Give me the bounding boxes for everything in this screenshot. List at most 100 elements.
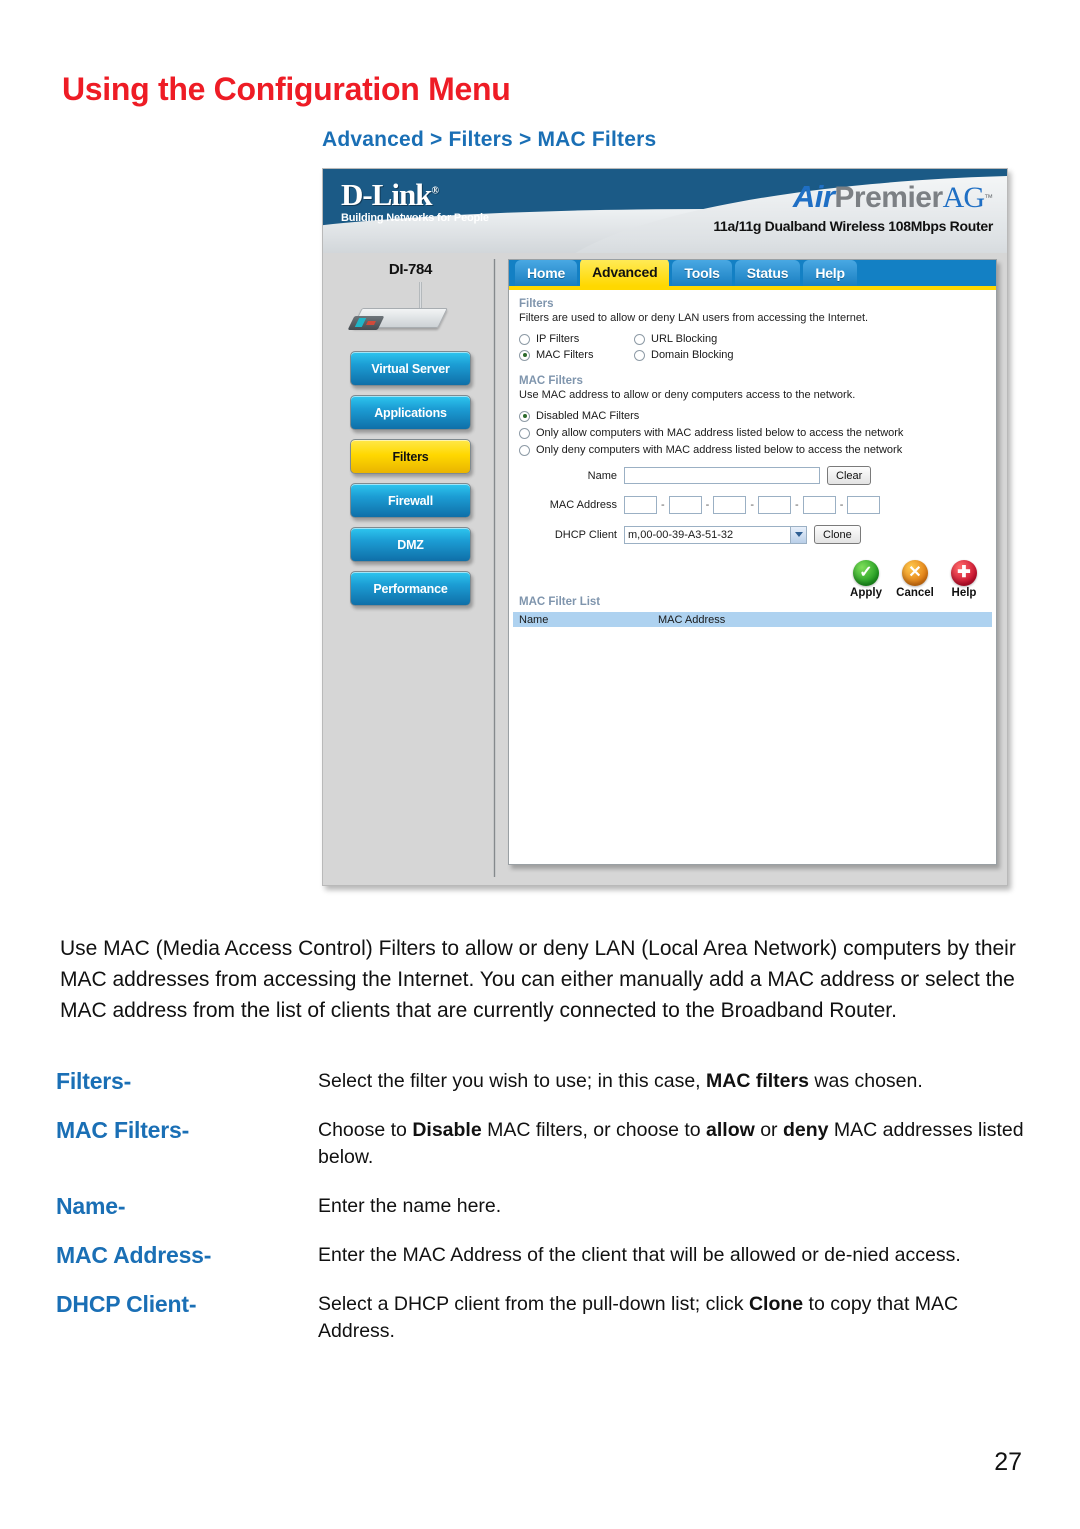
filters-pane: Filters Filters are used to allow or den… xyxy=(509,290,996,544)
clear-button[interactable]: Clear xyxy=(827,466,872,485)
definition-term: DHCP Client- xyxy=(56,1291,197,1317)
mac-filters-section-title: MAC Filters xyxy=(519,375,583,387)
router-tab-bar: Home Advanced Tools Status Help xyxy=(509,260,996,290)
air-premier-branding: AirPremierAG™ 11a/11g Dualband Wireless … xyxy=(713,181,993,233)
definition-row-mac-address: MAC Address- Enter the MAC Address of th… xyxy=(56,1242,1031,1269)
dlink-wordmark: D-Link® xyxy=(341,179,489,210)
radio-mac-filters[interactable]: MAC Filters xyxy=(519,349,634,361)
filters-section-title: Filters xyxy=(519,298,554,310)
cancel-button[interactable]: ✕ Cancel xyxy=(895,560,935,599)
radio-icon xyxy=(634,333,645,345)
radio-label: Only deny computers with MAC address lis… xyxy=(536,444,903,456)
mac-filter-list-header: Name MAC Address xyxy=(513,612,992,627)
router-config-screenshot: D-Link® Building Networks for People Air… xyxy=(322,168,1008,886)
definition-description: Enter the MAC Address of the client that… xyxy=(318,1244,961,1266)
registered-mark: ® xyxy=(431,185,439,197)
help-glyph: ✚ xyxy=(957,564,971,581)
sidebar-item-label: DMZ xyxy=(397,537,424,552)
cancel-glyph: ✕ xyxy=(908,564,922,581)
router-header: D-Link® Building Networks for People Air… xyxy=(323,169,1007,253)
definition-row-filters: Filters- Select the filter you wish to u… xyxy=(56,1068,1031,1095)
sidebar-item-applications[interactable]: Applications xyxy=(350,395,471,430)
filter-type-radio-group: IP Filters MAC Filters URL Blocking Doma… xyxy=(519,333,986,365)
definition-row-mac-filters: MAC Filters- Choose to Disable MAC filte… xyxy=(56,1117,1031,1171)
definition-description: Select a DHCP client from the pull-down … xyxy=(318,1293,959,1342)
radio-url-blocking[interactable]: URL Blocking xyxy=(634,333,749,345)
mac-filter-mode-radio-group: Disabled MAC Filters Only allow computer… xyxy=(519,410,986,456)
page-number: 27 xyxy=(994,1448,1022,1476)
radio-only-deny[interactable]: Only deny computers with MAC address lis… xyxy=(519,444,986,456)
mac-address-field-label: MAC Address xyxy=(549,499,617,511)
sidebar-item-virtual-server[interactable]: Virtual Server xyxy=(350,351,471,386)
mac-octet-input-3[interactable] xyxy=(713,496,747,514)
router-device-image xyxy=(323,280,498,342)
tab-label: Home xyxy=(527,265,566,281)
radio-icon xyxy=(519,427,530,439)
radio-icon xyxy=(519,333,530,345)
mac-filters-section-description: Use MAC address to allow or deny compute… xyxy=(519,389,856,401)
brand-premier-text: Premier xyxy=(834,181,943,214)
sidebar-item-label: Virtual Server xyxy=(371,361,450,376)
radio-icon-selected xyxy=(519,410,530,422)
definition-row-name: Name- Enter the name here. xyxy=(56,1193,1031,1220)
sidebar-item-label: Filters xyxy=(392,449,429,464)
mac-octet-input-2[interactable] xyxy=(668,496,702,514)
radio-label: Disabled MAC Filters xyxy=(536,410,640,422)
brand-air-text: Air xyxy=(792,179,835,214)
chevron-down-icon[interactable] xyxy=(790,526,806,543)
sidebar-item-dmz[interactable]: DMZ xyxy=(350,527,471,562)
mac-octet-input-4[interactable] xyxy=(758,496,792,514)
tab-help[interactable]: Help xyxy=(803,260,857,286)
brand-ag-text: AG xyxy=(942,181,985,214)
mac-octet-input-1[interactable] xyxy=(624,496,657,514)
radio-icon-selected xyxy=(519,349,530,361)
mac-separator: - xyxy=(839,499,844,511)
name-input[interactable] xyxy=(624,467,820,484)
apply-button[interactable]: ✓ Apply xyxy=(846,560,886,599)
mac-octet-input-5[interactable] xyxy=(802,496,836,514)
mac-separator: - xyxy=(750,499,755,511)
filter-type-column-left: IP Filters MAC Filters xyxy=(519,333,634,365)
radio-label: URL Blocking xyxy=(651,333,718,345)
cancel-label: Cancel xyxy=(896,587,934,599)
mac-address-field-row: MAC Address - - - - - xyxy=(519,496,986,514)
sidebar-item-performance[interactable]: Performance xyxy=(350,571,471,606)
radio-icon xyxy=(519,444,530,456)
sidebar-item-label: Applications xyxy=(374,405,447,420)
tab-tools[interactable]: Tools xyxy=(672,260,732,286)
name-field-label: Name xyxy=(587,469,617,482)
definition-term: MAC Address- xyxy=(56,1242,212,1268)
definition-description: Choose to Disable MAC filters, or choose… xyxy=(318,1119,1024,1168)
mac-octet-input-6[interactable] xyxy=(847,496,881,514)
clone-button[interactable]: Clone xyxy=(814,525,861,544)
mac-separator: - xyxy=(705,499,710,511)
router-model-label: DI-784 xyxy=(388,261,433,278)
tab-label: Advanced xyxy=(592,264,658,280)
dhcp-client-field-row: DHCP Client m,00-00-39-A3-51-32 Clone xyxy=(519,525,986,544)
sidebar-item-filters[interactable]: Filters xyxy=(350,439,471,474)
plus-circle-icon: ✚ xyxy=(951,560,977,586)
filter-type-column-right: URL Blocking Domain Blocking xyxy=(634,333,749,365)
tab-home[interactable]: Home xyxy=(515,260,578,286)
sidebar-item-label: Firewall xyxy=(388,493,433,508)
radio-ip-filters[interactable]: IP Filters xyxy=(519,333,634,345)
radio-label: IP Filters xyxy=(536,333,580,345)
tab-advanced[interactable]: Advanced xyxy=(580,260,670,286)
cross-circle-icon: ✕ xyxy=(902,560,928,586)
column-header-name: Name xyxy=(519,613,549,626)
help-button[interactable]: ✚ Help xyxy=(944,560,984,599)
tab-status[interactable]: Status xyxy=(734,260,801,286)
dlink-logo: D-Link® Building Networks for People xyxy=(341,179,489,224)
definition-description: Select the filter you wish to use; in th… xyxy=(318,1070,923,1092)
radio-domain-blocking[interactable]: Domain Blocking xyxy=(634,349,749,361)
definition-description: Enter the name here. xyxy=(318,1195,502,1217)
dhcp-client-selected-value: m,00-00-39-A3-51-32 xyxy=(628,528,734,541)
sidebar-item-firewall[interactable]: Firewall xyxy=(350,483,471,518)
apply-label: Apply xyxy=(850,587,882,599)
radio-disabled-mac-filters[interactable]: Disabled MAC Filters xyxy=(519,410,986,422)
definition-row-dhcp-client: DHCP Client- Select a DHCP client from t… xyxy=(56,1291,1031,1345)
help-label: Help xyxy=(951,587,977,599)
mac-filter-list-title: MAC Filter List xyxy=(519,596,601,608)
radio-only-allow[interactable]: Only allow computers with MAC address li… xyxy=(519,427,986,439)
dhcp-client-select[interactable]: m,00-00-39-A3-51-32 xyxy=(624,525,807,544)
